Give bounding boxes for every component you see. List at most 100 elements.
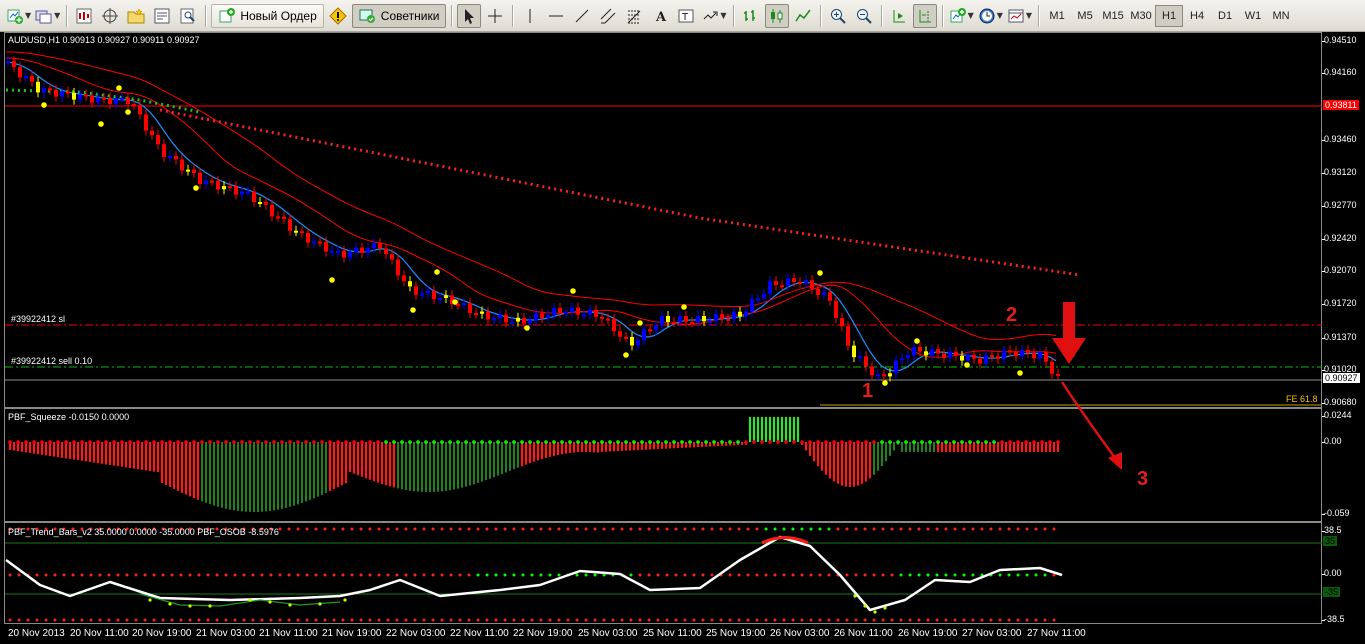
tb-dot-top — [539, 527, 543, 531]
tb-dot-top — [737, 527, 741, 531]
tb-dot-top — [926, 527, 930, 531]
tb-dot-mid — [503, 573, 507, 577]
squeeze-dot — [72, 440, 76, 444]
tb-dot-mid — [791, 573, 795, 577]
squeeze-dot — [1032, 440, 1036, 444]
tb-dot-bottom — [737, 618, 741, 622]
tb-dot-top — [935, 527, 939, 531]
squeeze-dot — [960, 440, 964, 444]
tb-dot-bottom — [215, 618, 219, 622]
tb-dot-mid — [854, 573, 858, 577]
tb-dot-mid — [521, 573, 525, 577]
tb-dot-mid — [422, 573, 426, 577]
tb-dot-mid — [773, 573, 777, 577]
tb-dot-mid — [350, 573, 354, 577]
tb-dot-top — [467, 527, 471, 531]
tb-dot-mid — [251, 573, 255, 577]
tb-dot-top — [548, 527, 552, 531]
squeeze-dot — [816, 440, 820, 444]
squeeze-scale[interactable]: 0.0244 0.00 -0.059 — [1322, 408, 1365, 522]
squeeze-dot — [464, 440, 468, 444]
tb-dot-bottom — [845, 618, 849, 622]
tb-dot-top — [791, 527, 795, 531]
candle-body — [432, 290, 436, 300]
swing-point-dot — [116, 85, 122, 91]
squeeze-dot — [904, 440, 908, 444]
tb-dot-top — [782, 527, 786, 531]
candle-body — [270, 204, 274, 217]
squeeze-dot — [248, 440, 252, 444]
squeeze-dot — [240, 440, 244, 444]
tb-dot-bottom — [26, 618, 30, 622]
tb-dot-top — [674, 527, 678, 531]
tb-dot-bottom — [278, 618, 282, 622]
squeeze-dot — [120, 440, 124, 444]
swing-point-dot — [637, 320, 643, 326]
time-axis-label: 22 Nov 19:00 — [513, 628, 573, 639]
tb-dot-mid — [512, 573, 516, 577]
candle-body — [414, 286, 418, 295]
squeeze-dot — [576, 440, 580, 444]
tb-dot-top — [989, 527, 993, 531]
tb-dot-mid — [863, 573, 867, 577]
tb-dot-bottom — [692, 618, 696, 622]
tb-dot-bottom — [476, 618, 480, 622]
squeeze-dot — [824, 440, 828, 444]
squeeze-dot — [600, 440, 604, 444]
tb-dot-mid — [44, 573, 48, 577]
candle-body — [252, 191, 256, 203]
tb-signal-dot — [318, 602, 322, 606]
candle-body — [168, 156, 172, 159]
tb-dot-bottom — [422, 618, 426, 622]
tb-dot-mid — [287, 573, 291, 577]
tb-dot-mid — [1016, 573, 1020, 577]
tb-dot-top — [503, 527, 507, 531]
candle-body — [660, 316, 664, 326]
fast-ma-line — [5, 61, 1057, 372]
tb-dot-mid — [701, 573, 705, 577]
tb-dot-bottom — [1025, 618, 1029, 622]
squeeze-dot — [840, 440, 844, 444]
scale-tick-label: 0.91370 — [1324, 332, 1357, 342]
tb-dot-bottom — [296, 618, 300, 622]
time-axis[interactable]: 20 Nov 2013 20 Nov 11:00 20 Nov 19:00 21 No… — [0, 624, 1365, 644]
candle-body — [828, 292, 832, 301]
price-scale[interactable]: 0.94510 0.94160 0.93460 0.93120 0.92770 0.924… — [1322, 32, 1365, 408]
tb-dot-mid — [89, 573, 93, 577]
candle-body — [918, 346, 922, 352]
squeeze-dot — [456, 440, 460, 444]
tb-dot-bottom — [620, 618, 624, 622]
tb-dot-mid — [827, 573, 831, 577]
tb-dot-bottom — [107, 618, 111, 622]
candle-body — [312, 241, 316, 244]
tb-dot-bottom — [593, 618, 597, 622]
tb-dot-mid — [98, 573, 102, 577]
candle-body — [228, 186, 232, 189]
candle-body — [426, 290, 430, 294]
tb-dot-bottom — [836, 618, 840, 622]
squeeze-dot — [408, 440, 412, 444]
candle-body — [306, 232, 310, 243]
candle-body — [984, 355, 988, 364]
squeeze-dot — [936, 440, 940, 444]
candle-body — [846, 326, 850, 346]
squeeze-dot — [568, 440, 572, 444]
scale-tick-mark — [1322, 41, 1325, 42]
tb-dot-mid — [188, 573, 192, 577]
candle-body — [930, 349, 934, 356]
squeeze-dot — [232, 440, 236, 444]
squeeze-dot — [608, 440, 612, 444]
candle-body — [648, 329, 652, 332]
tb-dot-bottom — [746, 618, 750, 622]
candle-body — [570, 307, 574, 313]
trend-bars-header: PBF_Trend_Bars_v2 35.0000 0.0000 -35.000… — [8, 527, 279, 537]
tb-dot-top — [980, 527, 984, 531]
tb-dot-bottom — [224, 618, 228, 622]
squeeze-dot — [512, 440, 516, 444]
tb-dot-top — [1043, 527, 1047, 531]
squeeze-dot — [864, 440, 868, 444]
tb-dot-top — [494, 527, 498, 531]
squeeze-dot — [328, 440, 332, 444]
tb-dot-mid — [782, 573, 786, 577]
trend-bars-scale[interactable]: 38.5 0.00 -38.5 35 -35 — [1322, 522, 1365, 624]
